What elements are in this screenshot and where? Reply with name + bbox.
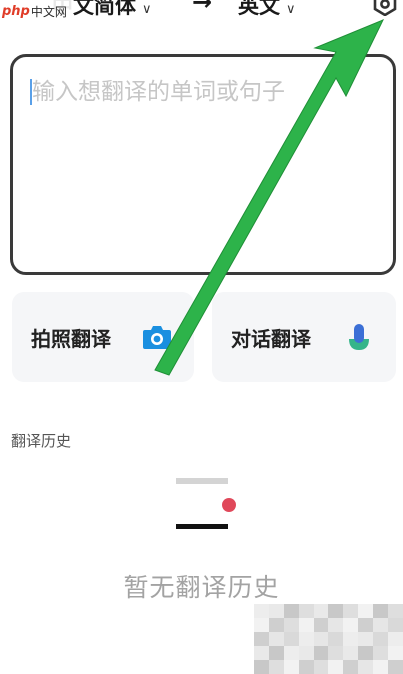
mosaic-cell xyxy=(283,604,299,618)
mosaic-cell xyxy=(298,604,314,618)
mosaic-cell xyxy=(388,660,403,674)
mosaic-cell xyxy=(328,604,344,618)
mosaic-cell xyxy=(283,618,299,632)
mosaic-cell xyxy=(313,604,329,618)
mosaic-cell xyxy=(373,618,389,632)
camera-icon xyxy=(143,326,171,349)
microphone-icon xyxy=(349,324,369,350)
mosaic-cell xyxy=(328,660,344,674)
mosaic-cell xyxy=(268,632,284,646)
mosaic-cell xyxy=(388,646,403,660)
mosaic-cell xyxy=(254,618,269,632)
mosaic-cell xyxy=(254,646,269,660)
translation-input[interactable] xyxy=(32,76,382,256)
photo-translate-label: 拍照翻译 xyxy=(31,326,111,351)
mosaic-cell xyxy=(373,632,389,646)
mosaic-cell xyxy=(298,632,314,646)
mosaic-cell xyxy=(298,660,314,674)
mosaic-cell xyxy=(358,632,374,646)
mosaic-cell xyxy=(373,660,389,674)
mosaic-cell xyxy=(373,646,389,660)
mosaic-cell xyxy=(313,646,329,660)
chevron-down-icon: ∨ xyxy=(286,2,296,17)
translation-input-box[interactable] xyxy=(10,54,396,275)
mosaic-cell xyxy=(268,618,284,632)
mosaic-cell xyxy=(388,618,403,632)
mosaic-cell xyxy=(313,618,329,632)
mosaic-cell xyxy=(358,646,374,660)
mosaic-cell xyxy=(343,632,359,646)
mosaic-cell xyxy=(358,618,374,632)
mosaic-cell xyxy=(313,632,329,646)
mosaic-cell xyxy=(254,632,269,646)
mosaic-cell xyxy=(388,604,403,618)
watermark-logo: php 中文网 xyxy=(0,0,73,20)
mosaic-cell xyxy=(254,660,269,674)
mosaic-cell xyxy=(358,604,374,618)
mosaic-cell xyxy=(328,632,344,646)
chevron-down-icon: ∨ xyxy=(142,2,152,17)
mosaic-cell xyxy=(373,604,389,618)
mosaic-cell xyxy=(343,604,359,618)
settings-icon[interactable] xyxy=(372,0,398,17)
arrow-right-icon[interactable]: → xyxy=(192,0,212,16)
mosaic-cell xyxy=(298,646,314,660)
empty-history-text: 暂无翻译历史 xyxy=(123,573,280,602)
voice-translate-label: 对话翻译 xyxy=(231,326,311,351)
mosaic-cell xyxy=(298,618,314,632)
mosaic-cell xyxy=(313,660,329,674)
target-language-label: 英文 xyxy=(238,0,280,18)
pixelated-watermark xyxy=(254,604,403,674)
mosaic-cell xyxy=(388,632,403,646)
mosaic-cell xyxy=(268,646,284,660)
voice-translate-button[interactable]: 对话翻译 xyxy=(212,292,396,382)
mosaic-cell xyxy=(268,660,284,674)
mosaic-cell xyxy=(254,604,269,618)
mosaic-cell xyxy=(343,646,359,660)
mosaic-cell xyxy=(283,660,299,674)
target-language-selector[interactable]: 英文 ∨ xyxy=(238,0,296,20)
history-title: 翻译历史 xyxy=(11,432,72,450)
mosaic-cell xyxy=(328,646,344,660)
photo-translate-button[interactable]: 拍照翻译 xyxy=(12,292,194,382)
watermark-site: 中文网 xyxy=(30,4,67,19)
mosaic-cell xyxy=(283,646,299,660)
watermark-brand: php xyxy=(2,3,30,19)
mosaic-cell xyxy=(328,618,344,632)
mosaic-cell xyxy=(343,660,359,674)
empty-list-illustration xyxy=(176,478,236,529)
mosaic-cell xyxy=(343,618,359,632)
mosaic-cell xyxy=(268,604,284,618)
mosaic-cell xyxy=(358,660,374,674)
mosaic-cell xyxy=(283,632,299,646)
